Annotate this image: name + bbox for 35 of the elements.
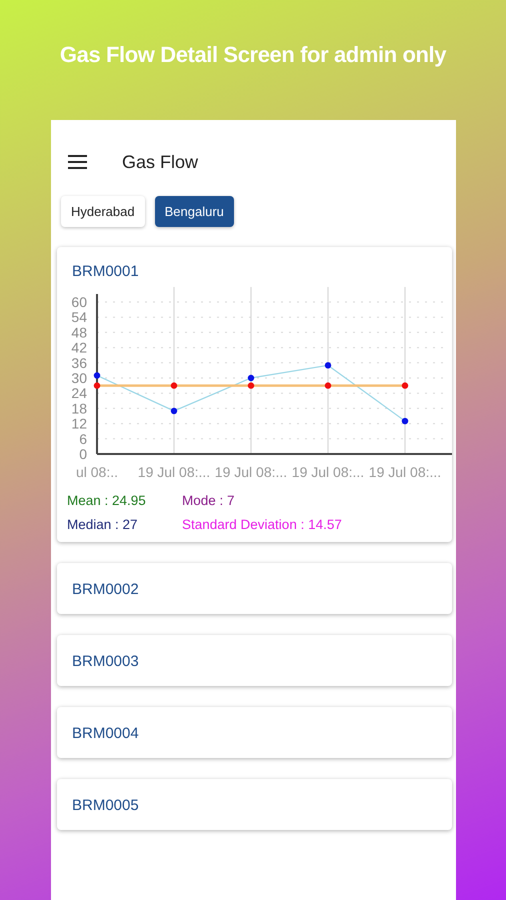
device-card[interactable]: BRM0004: [57, 707, 452, 758]
city-tab[interactable]: Bengaluru: [154, 196, 234, 227]
device-name: BRM0005: [72, 797, 139, 814]
device-card[interactable]: BRM0003: [57, 635, 452, 686]
y-tick-label: 48: [71, 324, 87, 340]
y-tick-label: 12: [71, 416, 87, 432]
y-tick-label: 18: [71, 400, 87, 416]
banner-title: Gas Flow Detail Screen for admin only: [60, 42, 446, 69]
city-tab[interactable]: Hyderabad: [61, 196, 145, 227]
stat-label: Mode : 7: [182, 493, 236, 508]
x-tick-label: 19 Jul 08:...: [368, 464, 442, 480]
device-name: BRM0003: [72, 653, 139, 670]
device-name: BRM0002: [72, 581, 139, 598]
device-name: BRM0004: [72, 725, 139, 742]
y-tick-label: 6: [79, 430, 87, 447]
device-name: BRM0001: [72, 263, 139, 280]
y-tick-label: 0: [79, 446, 87, 462]
device-card[interactable]: BRM0002: [57, 563, 452, 614]
y-tick-label: 24: [71, 385, 87, 402]
stat-label: Median : 27: [67, 517, 139, 532]
x-tick-label: 19 Jul 08:...: [214, 464, 288, 480]
x-tick-label: 19 Jul 08:...: [292, 464, 364, 480]
y-tick-label: 36: [71, 354, 87, 371]
app-title: Gas Flow: [122, 152, 198, 172]
device-card[interactable]: BRM0001 0 6 12 18 24 30 36 42 48 54 60 ul 08:.. 19 Jul 08:... 19 Jul 08:... 19 Jul 08:... 19 Jul 08:... Mean : 24.95 Mode : 7 Median : 27 Standard Deviation : 14.57: [57, 247, 452, 542]
x-tick-label: ul 08:..: [76, 464, 118, 480]
device-card[interactable]: BRM0005: [57, 779, 452, 830]
y-tick-label: 60: [71, 294, 87, 310]
y-tick-label: 42: [71, 340, 87, 356]
stat-label: Standard Deviation : 14.57: [182, 517, 343, 532]
y-tick-label: 54: [71, 309, 87, 326]
y-tick-label: 30: [71, 370, 87, 386]
x-tick-label: 19 Jul 08:...: [138, 464, 210, 480]
stat-label: Mean : 24.95: [67, 493, 147, 508]
menu-icon[interactable]: [68, 155, 88, 169]
